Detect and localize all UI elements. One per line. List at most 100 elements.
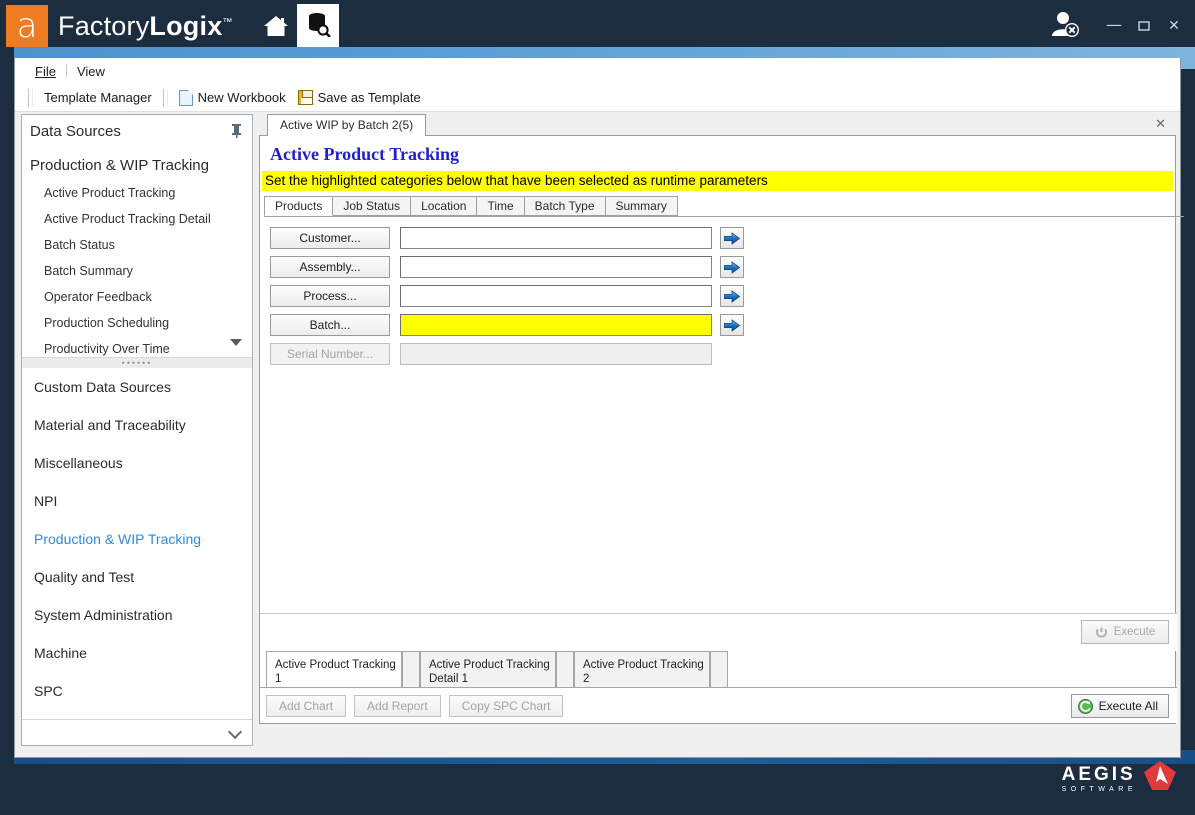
arrow-right-icon [724, 231, 740, 245]
sidebar-item-batch-status[interactable]: Batch Status [22, 232, 252, 258]
new-workbook-button[interactable]: New Workbook [173, 88, 292, 108]
brand-trademark: ™ [222, 16, 233, 28]
maximize-button[interactable] [1131, 13, 1157, 39]
aegis-tagline: SOFTWARE [1061, 785, 1137, 793]
tab-summary[interactable]: Summary [604, 196, 678, 216]
template-manager-button[interactable]: Template Manager [38, 88, 158, 107]
batch-apply-button[interactable] [720, 314, 744, 336]
toolbar-grip-2[interactable] [162, 88, 168, 107]
tab-products[interactable]: Products [264, 196, 334, 216]
tab-location[interactable]: Location [410, 196, 478, 216]
save-floppy-icon [297, 90, 313, 105]
criteria-tab-spacer-3 [710, 651, 728, 687]
criteria-tab-line1: Active Product Tracking 2 [583, 659, 704, 685]
aegis-mark-icon [1143, 760, 1177, 797]
bottom-action-bar: Add Chart Add Report Copy SPC Chart Exec… [260, 687, 1177, 723]
menu-file[interactable]: File [25, 62, 66, 81]
sidebar-category-material-and-traceability[interactable]: Material and Traceability [22, 406, 252, 444]
data-search-button[interactable] [296, 4, 339, 48]
brand-second: Logix [149, 10, 223, 41]
criteria-tab-spacer-2 [556, 651, 574, 687]
home-button[interactable] [255, 4, 297, 48]
window-frame: File View Template Manager New Workbook … [14, 58, 1184, 758]
scroll-down-icon[interactable] [230, 339, 242, 346]
execute-label: Execute [1113, 626, 1156, 638]
aegis-logo: AEGIS SOFTWARE [1062, 760, 1177, 797]
sidebar-item-batch-summary[interactable]: Batch Summary [22, 258, 252, 284]
save-as-template-button[interactable]: Save as Template [292, 88, 427, 107]
sidebar-footer [22, 719, 252, 745]
menu-file-label: File [35, 63, 56, 79]
process-apply-button[interactable] [720, 285, 744, 307]
document-tab-strip: Active WIP by Batch 2(5) ✕ [259, 114, 1176, 136]
criteria-tab-line1: Active Product Tracking 1 [275, 659, 396, 685]
process-picker-button[interactable]: Process... [270, 285, 390, 307]
page-title: Active Product Tracking [270, 144, 459, 164]
batch-value-field[interactable] [400, 314, 712, 336]
tab-job-status[interactable]: Job Status [332, 196, 412, 216]
toolbar: Template Manager New Workbook Save as Te… [15, 84, 1180, 112]
serial-number-value-field [400, 343, 712, 365]
new-workbook-icon [178, 89, 193, 106]
sidebar-category-system-administration[interactable]: System Administration [22, 596, 252, 634]
tab-batch-type[interactable]: Batch Type [523, 196, 606, 216]
sidebar-splitter[interactable]: •••••• [22, 357, 252, 368]
sidebar-category-list: Custom Data Sources Material and Traceab… [22, 368, 252, 748]
criteria-tab-spacer-1 [402, 651, 420, 687]
sidebar-category-npi[interactable]: NPI [22, 482, 252, 520]
pin-icon[interactable] [231, 124, 242, 142]
assembly-apply-button[interactable] [720, 256, 744, 278]
sidebar-category-miscellaneous[interactable]: Miscellaneous [22, 444, 252, 482]
criteria-tab-active-product-tracking-1[interactable]: Active Product Tracking 1 Criteria [266, 651, 402, 699]
criteria-row-batch: Batch... [270, 314, 1175, 336]
close-button[interactable]: ✕ [1161, 13, 1187, 39]
document-tab-active-wip-by-batch[interactable]: Active WIP by Batch 2(5) [267, 114, 427, 136]
sidebar-category-production-wip-tracking[interactable]: Production & WIP Tracking [22, 520, 252, 558]
window-controls-group: — ✕ [1049, 0, 1187, 52]
tab-time[interactable]: Time [476, 196, 525, 216]
sidebar-category-custom-data-sources[interactable]: Custom Data Sources [22, 368, 252, 406]
aegis-name: AEGIS [1061, 763, 1136, 785]
sidebar-item-production-scheduling[interactable]: Production Scheduling [22, 310, 252, 336]
sidebar-subitem-scroll[interactable]: Active Product Tracking Active Product T… [22, 180, 252, 368]
criteria-tab-line1: Active Product Tracking Detail 1 [429, 659, 550, 685]
menu-view[interactable]: View [67, 62, 115, 81]
batch-picker-button[interactable]: Batch... [270, 314, 390, 336]
sidebar-item-active-product-tracking[interactable]: Active Product Tracking [22, 180, 252, 206]
criteria-row-serial-number: Serial Number... [270, 343, 1175, 365]
toolbar-grip[interactable] [28, 88, 33, 107]
sidebar-category-spc[interactable]: SPC [22, 672, 252, 710]
runtime-parameter-notice: Set the highlighted categories below tha… [262, 171, 1173, 191]
main-panel: Active WIP by Batch 2(5) ✕ Active Produc… [259, 114, 1184, 746]
criteria-tab-active-product-tracking-2[interactable]: Active Product Tracking 2 Criteria [574, 651, 710, 699]
close-icon[interactable]: ✕ [1155, 117, 1166, 132]
customer-picker-button[interactable]: Customer... [270, 227, 390, 249]
sidebar-category-quality-and-test[interactable]: Quality and Test [22, 558, 252, 596]
user-logout-icon[interactable] [1049, 9, 1083, 44]
add-chart-button: Add Chart [266, 694, 347, 717]
chevron-down-icon[interactable] [227, 724, 243, 740]
new-workbook-label: New Workbook [197, 90, 286, 105]
arrow-right-icon [724, 289, 740, 303]
data-sources-title: Data Sources [30, 122, 121, 140]
minimize-button[interactable]: — [1101, 13, 1127, 39]
refresh-green-icon [1077, 698, 1093, 714]
criteria-tab-active-product-tracking-detail-1[interactable]: Active Product Tracking Detail 1 Criteri… [420, 651, 556, 699]
criteria-row-customer: Customer... [270, 227, 1175, 249]
execute-all-label: Execute All [1098, 699, 1158, 713]
app-logo-tile: a [6, 5, 48, 47]
execute-row: Execute [260, 613, 1177, 651]
header-icon-group [255, 0, 339, 52]
customer-apply-button[interactable] [720, 227, 744, 249]
assembly-picker-button[interactable]: Assembly... [270, 256, 390, 278]
customer-value-field[interactable] [400, 227, 712, 249]
sidebar-item-operator-feedback[interactable]: Operator Feedback [22, 284, 252, 310]
process-value-field[interactable] [400, 285, 712, 307]
copy-spc-chart-button: Copy SPC Chart [448, 694, 564, 717]
sidebar-category-machine[interactable]: Machine [22, 634, 252, 672]
execute-all-button[interactable]: Execute All [1070, 694, 1169, 718]
sidebar-item-active-product-tracking-detail[interactable]: Active Product Tracking Detail [22, 206, 252, 232]
brand-title: FactoryLogix™ [58, 11, 233, 42]
criteria-row-assembly: Assembly... [270, 256, 1175, 278]
assembly-value-field[interactable] [400, 256, 712, 278]
